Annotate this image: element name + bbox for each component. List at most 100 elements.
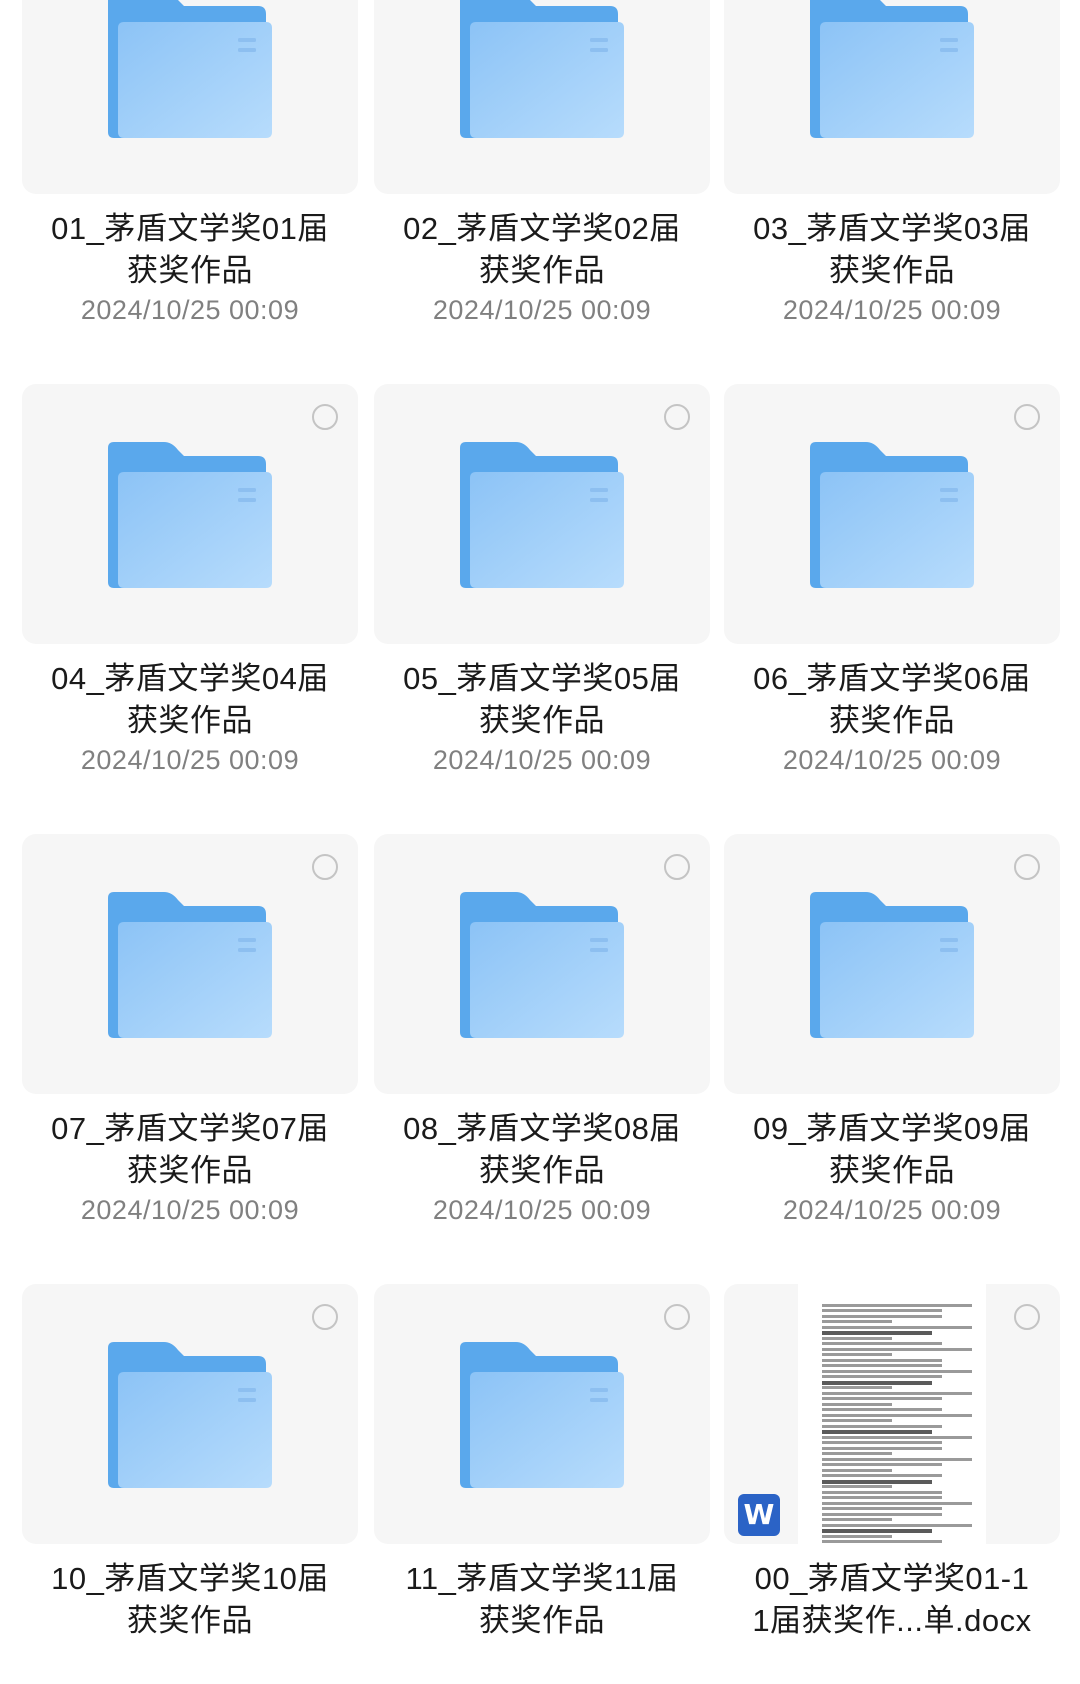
document-preview-line (822, 1397, 942, 1400)
document-preview-line (822, 1320, 892, 1323)
modified-date: 2024/10/25 00:09 (80, 1195, 300, 1225)
folder-thumbnail[interactable] (724, 384, 1060, 644)
folder-name: 11_茅盾文学奖11届 获奖作品 (374, 1558, 710, 1642)
modified-date: 2024/10/25 00:09 (80, 745, 300, 775)
folder-thumbnail[interactable] (374, 834, 710, 1094)
folder-name: 03_茅盾文学奖03届 获奖作品 (724, 208, 1060, 292)
document-preview-line (822, 1502, 972, 1505)
folder-thumbnail[interactable] (724, 834, 1060, 1094)
document-preview-line (822, 1392, 972, 1395)
document-preview-line (822, 1441, 942, 1444)
file-name-line-1: 11_茅盾文学奖11届 (405, 1561, 679, 1596)
modified-date: 2024/10/25 00:09 (782, 295, 1002, 325)
file-name-line-1: 05_茅盾文学奖05届 (403, 661, 681, 696)
folder-name: 04_茅盾文学奖04届 获奖作品 (22, 658, 358, 742)
folder-thumbnail[interactable] (22, 834, 358, 1094)
document-preview-line (822, 1370, 972, 1373)
file-name-line-1: 06_茅盾文学奖06届 (753, 661, 1031, 696)
folder-name: 09_茅盾文学奖09届 获奖作品 (724, 1108, 1060, 1192)
modified-date: 2024/10/25 00:09 (782, 745, 1002, 775)
folder-thumbnail[interactable] (374, 0, 710, 194)
file-name-line-2: 获奖作品 (479, 1153, 605, 1188)
document-preview-line (822, 1348, 972, 1351)
file-name-line-2: 获奖作品 (127, 703, 253, 738)
file-name-line-1: 10_茅盾文学奖10届 (51, 1561, 329, 1596)
document-preview-line (822, 1375, 942, 1378)
file-grid: 01_茅盾文学奖01届 获奖作品 2024/10/25 00:09 02_茅盾文… (0, 0, 1080, 1684)
document-preview-line (822, 1386, 892, 1389)
folder-name: 10_茅盾文学奖10届 获奖作品 (22, 1558, 358, 1642)
file-name-line-2: 获奖作品 (829, 253, 955, 288)
select-circle-icon[interactable] (1014, 1304, 1040, 1330)
file-name-line-2: 获奖作品 (127, 1603, 253, 1638)
document-thumbnail[interactable]: W (724, 1284, 1060, 1544)
document-preview (798, 1284, 986, 1544)
document-preview-line (822, 1529, 932, 1533)
folder-icon (460, 892, 624, 1038)
document-preview-line (822, 1430, 932, 1434)
file-name-line-1: 01_茅盾文学奖01届 (51, 211, 329, 246)
document-preview-line (822, 1359, 942, 1362)
document-preview-line (822, 1425, 942, 1428)
document-preview-line (822, 1342, 942, 1345)
file-name-line-1: 02_茅盾文学奖02届 (403, 211, 681, 246)
document-preview-line (822, 1480, 932, 1484)
document-preview-line (822, 1474, 942, 1477)
document-preview-line (822, 1436, 972, 1439)
document-preview-line (822, 1419, 892, 1422)
folder-icon (460, 442, 624, 588)
folder-thumbnail[interactable] (22, 0, 358, 194)
folder-thumbnail[interactable] (724, 0, 1060, 194)
file-name-line-1: 09_茅盾文学奖09届 (753, 1111, 1031, 1146)
select-circle-icon[interactable] (312, 1304, 338, 1330)
select-circle-icon[interactable] (664, 1304, 690, 1330)
file-name-line-1: 08_茅盾文学奖08届 (403, 1111, 681, 1146)
folder-icon (810, 0, 974, 138)
folder-name: 01_茅盾文学奖01届 获奖作品 (22, 208, 358, 292)
select-circle-icon[interactable] (1014, 404, 1040, 430)
word-doc-icon: W (738, 1494, 780, 1536)
select-circle-icon[interactable] (664, 404, 690, 430)
document-preview-line (822, 1304, 972, 1307)
select-circle-icon[interactable] (664, 854, 690, 880)
file-name-line-2: 获奖作品 (479, 703, 605, 738)
folder-name: 06_茅盾文学奖06届 获奖作品 (724, 658, 1060, 742)
document-preview-line (822, 1458, 972, 1461)
document-preview-line (822, 1326, 972, 1329)
file-name-line-1: 03_茅盾文学奖03届 (753, 211, 1031, 246)
folder-thumbnail[interactable] (22, 1284, 358, 1544)
file-name-line-1: 04_茅盾文学奖04届 (51, 661, 329, 696)
modified-date: 2024/10/25 00:09 (80, 295, 300, 325)
document-name: 00_茅盾文学奖01-1 1届获奖作...单.docx (724, 1558, 1060, 1642)
select-circle-icon[interactable] (312, 404, 338, 430)
select-circle-icon[interactable] (1014, 854, 1040, 880)
document-preview-line (822, 1381, 932, 1385)
document-preview-line (822, 1540, 942, 1543)
select-circle-icon[interactable] (312, 854, 338, 880)
document-preview-line (822, 1507, 942, 1510)
document-preview-line (822, 1315, 942, 1318)
folder-icon (108, 1342, 272, 1488)
folder-thumbnail[interactable] (374, 384, 710, 644)
folder-icon (810, 442, 974, 588)
document-preview-line (822, 1463, 942, 1466)
document-preview-line (822, 1535, 892, 1538)
file-name-line-2: 获奖作品 (829, 1153, 955, 1188)
folder-icon (108, 892, 272, 1038)
file-name-line-2: 获奖作品 (479, 253, 605, 288)
document-preview-line (822, 1513, 942, 1516)
document-preview-line (822, 1518, 892, 1521)
document-preview-line (822, 1452, 892, 1455)
file-name-line-2: 获奖作品 (127, 253, 253, 288)
document-preview-line (822, 1331, 932, 1335)
modified-date: 2024/10/25 00:09 (432, 1195, 652, 1225)
document-preview-line (822, 1491, 942, 1494)
folder-name: 05_茅盾文学奖05届 获奖作品 (374, 658, 710, 742)
folder-thumbnail[interactable] (22, 384, 358, 644)
modified-date: 2024/10/25 00:09 (432, 295, 652, 325)
document-preview-line (822, 1469, 892, 1472)
folder-thumbnail[interactable] (374, 1284, 710, 1544)
folder-icon (810, 892, 974, 1038)
document-preview-line (822, 1353, 892, 1356)
document-preview-line (822, 1309, 942, 1312)
